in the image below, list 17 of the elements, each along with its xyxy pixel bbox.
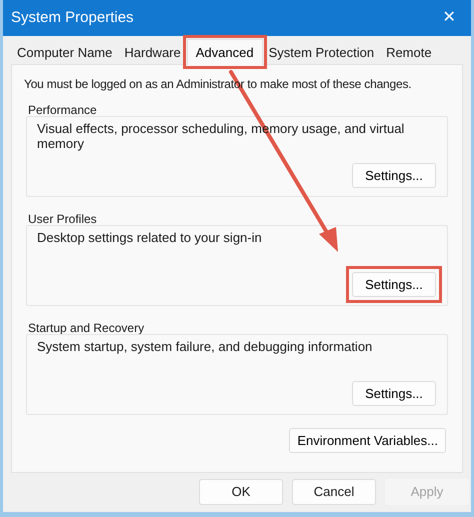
tab[interactable]: System Protection xyxy=(262,42,380,64)
settings-button[interactable]: Settings... xyxy=(352,381,436,406)
close-button[interactable]: ✕ xyxy=(435,4,463,32)
tab[interactable]: Remote xyxy=(380,42,438,64)
group-title: Performance xyxy=(27,102,98,116)
dialog-button[interactable]: OK xyxy=(199,479,283,505)
group-description: Desktop settings related to your sign-in xyxy=(37,230,263,245)
settings-button[interactable]: Settings... xyxy=(352,272,436,297)
group-title: User Profiles xyxy=(27,211,98,225)
group-description: System startup, system failure, and debugging information xyxy=(37,339,374,354)
tab[interactable]: Hardware xyxy=(118,42,187,64)
environment-variables-button[interactable]: Environment Variables... xyxy=(289,428,446,453)
window-title: System Properties xyxy=(11,8,134,28)
settings-button[interactable]: Settings... xyxy=(352,163,436,188)
tab[interactable]: Computer Name xyxy=(11,42,118,64)
dialog-button[interactable]: Cancel xyxy=(292,479,376,505)
group-title: Startup and Recovery xyxy=(27,320,146,334)
